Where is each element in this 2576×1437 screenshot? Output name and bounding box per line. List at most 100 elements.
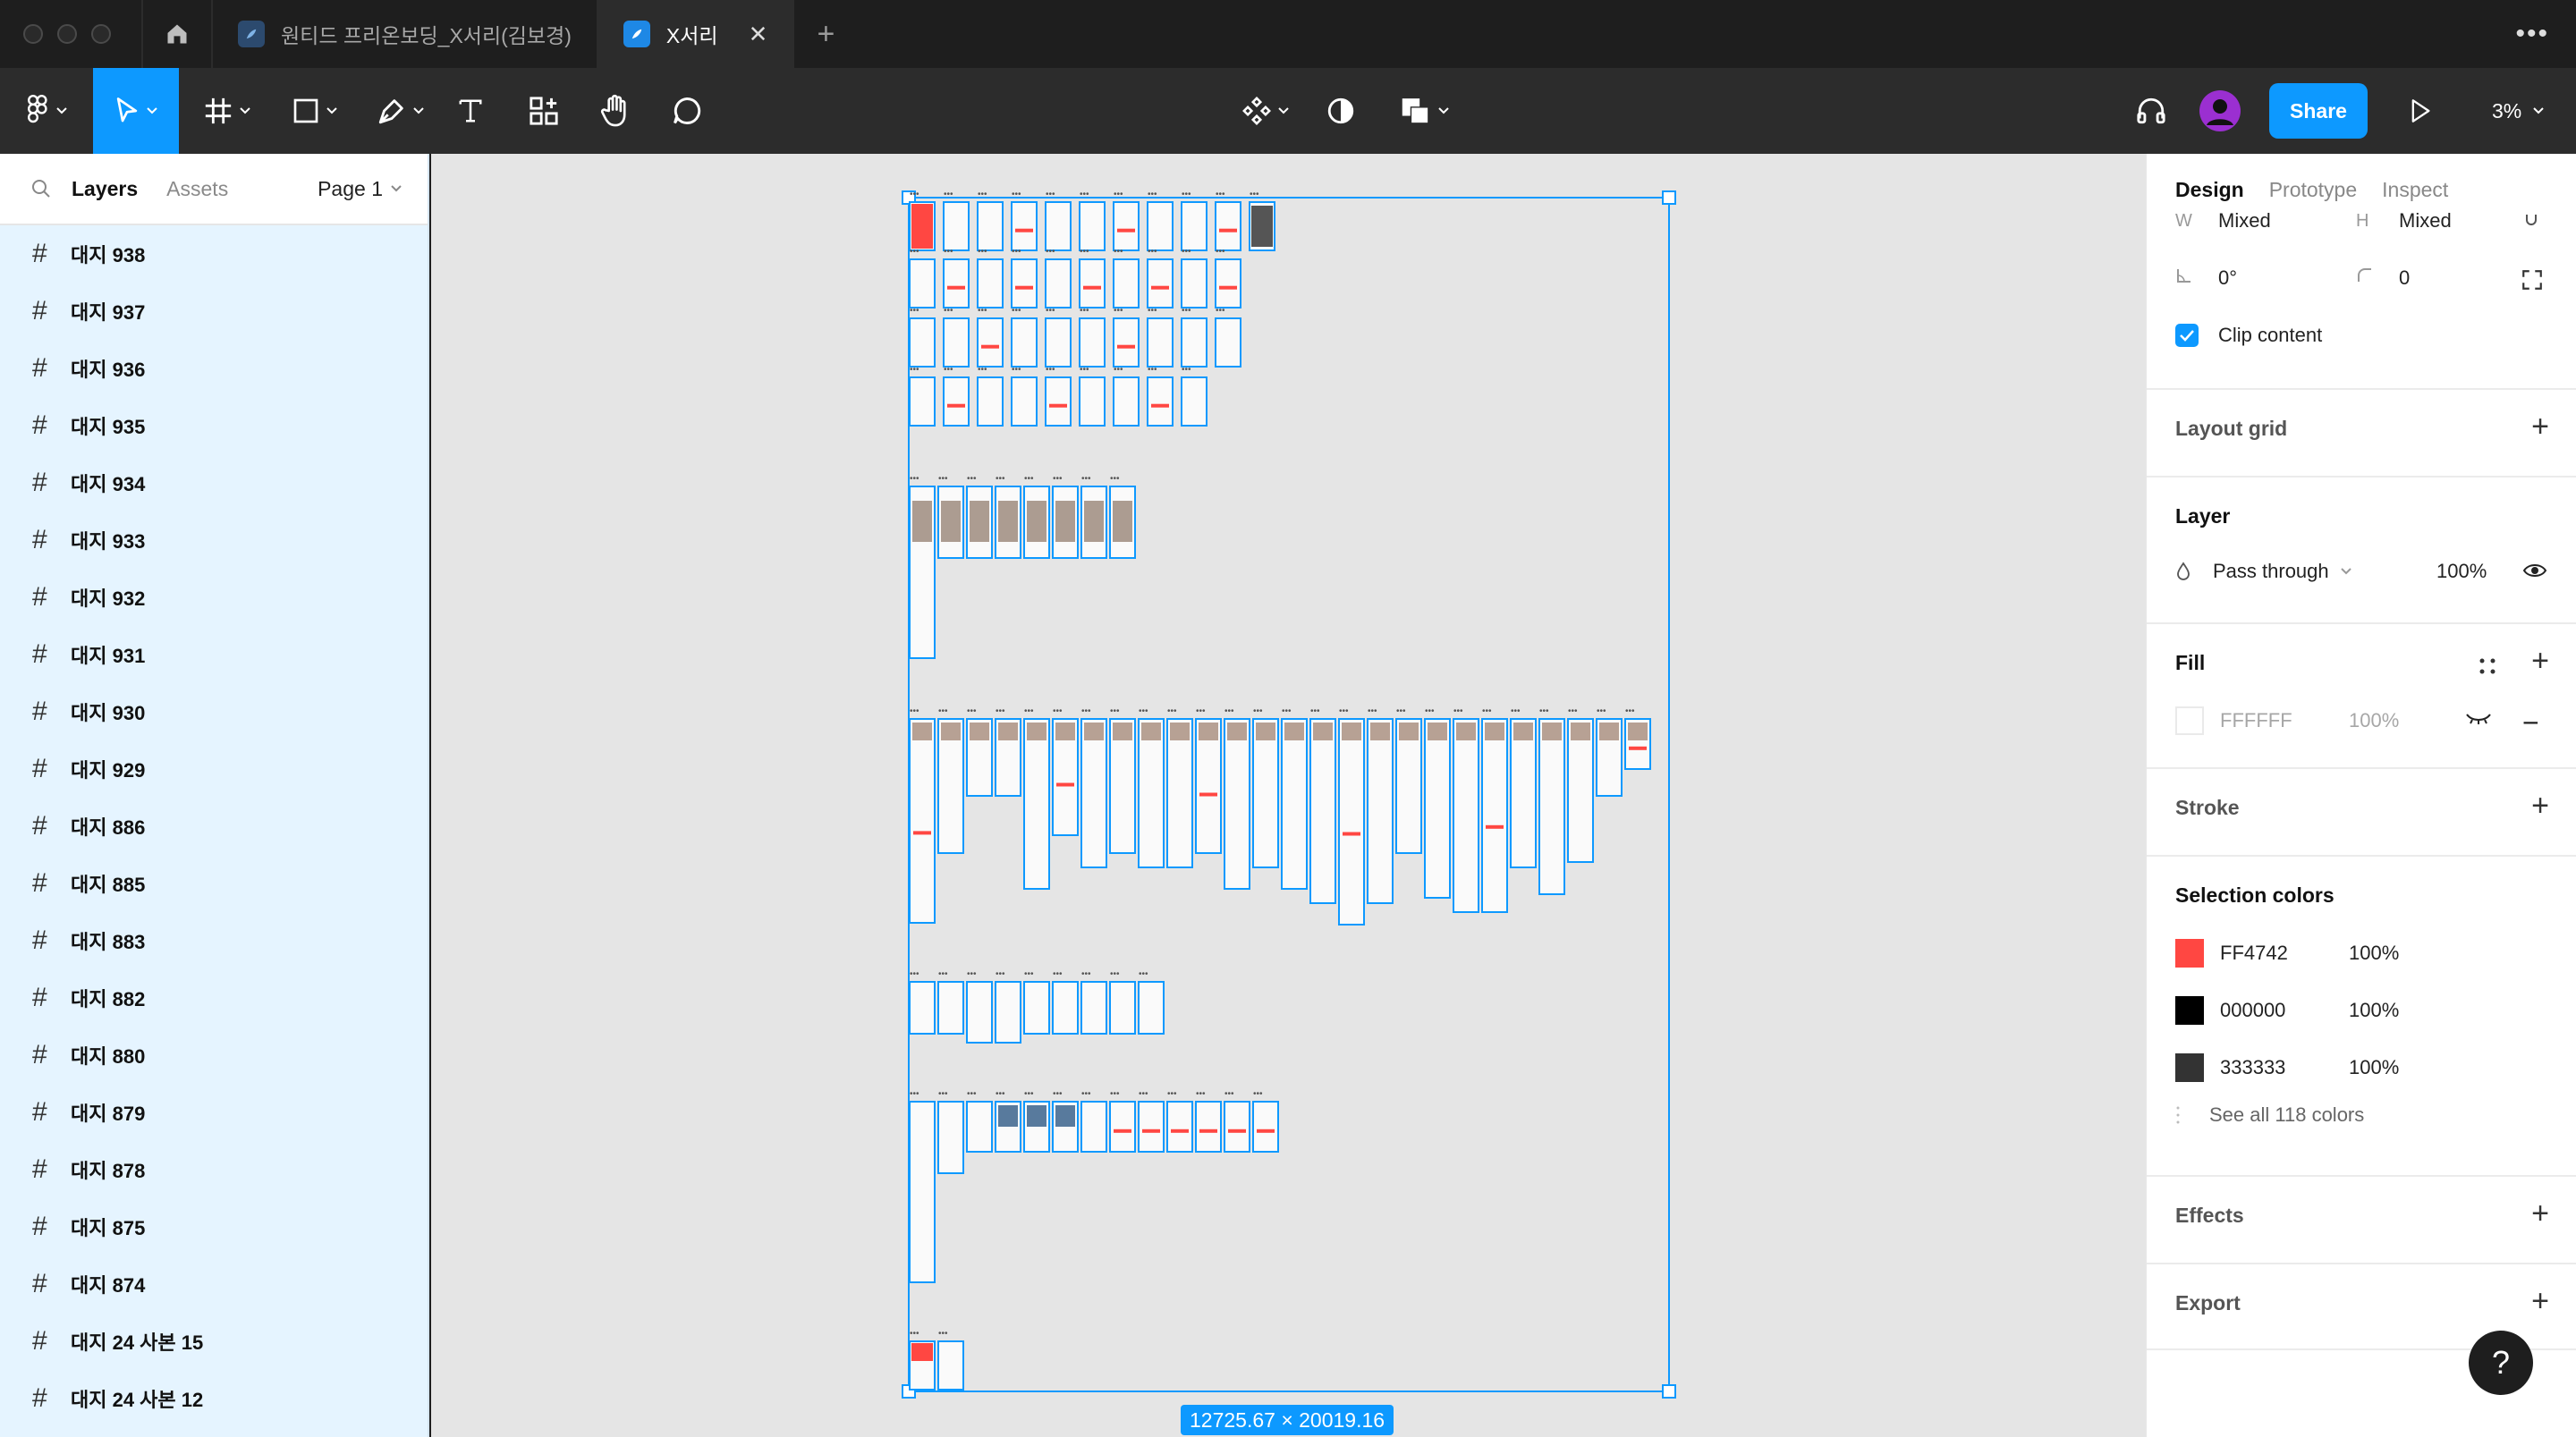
main-menu-button[interactable] [18, 68, 77, 154]
artboard-thumbnail[interactable]: ••• [943, 306, 970, 368]
artboard-thumbnail[interactable]: ••• [943, 247, 970, 309]
artboard-thumbnail[interactable]: ••• [1079, 365, 1106, 427]
fill-row[interactable]: FFFFFF 100% [2175, 706, 2399, 735]
layer-item[interactable]: # 대지 885 [0, 855, 428, 912]
artboard-thumbnail[interactable]: ••• [1215, 306, 1241, 368]
artboard-thumbnail[interactable]: ••• [1109, 969, 1136, 1035]
tab-layers[interactable]: Layers [72, 177, 138, 201]
layer-opacity-field[interactable]: 100% [2436, 560, 2487, 583]
height-field[interactable]: H Mixed [2356, 209, 2452, 232]
layer-item[interactable]: # 대지 875 [0, 1198, 428, 1255]
artboard-thumbnail[interactable]: ••• [966, 1089, 993, 1153]
color-swatch[interactable] [2175, 996, 2204, 1025]
design-canvas[interactable]: ••• ••• ••• ••• ••• ••• ••• ••• ••• ••• ••• ••• ••• •… [431, 154, 2145, 1437]
artboard-thumbnail[interactable]: ••• [909, 1089, 936, 1283]
artboard-thumbnail[interactable]: ••• [1080, 969, 1107, 1035]
hand-tool-button[interactable] [594, 68, 637, 154]
artboard-thumbnail[interactable]: ••• [943, 365, 970, 427]
artboard-thumbnail[interactable]: ••• [943, 190, 970, 251]
artboard-thumbnail[interactable]: ••• [909, 365, 936, 427]
layer-item[interactable]: # 대지 929 [0, 740, 428, 798]
layer-item[interactable]: # 대지 935 [0, 397, 428, 454]
clip-content-checkbox[interactable] [2175, 324, 2199, 347]
artboard-thumbnail[interactable]: ••• [1109, 1089, 1136, 1153]
artboard-thumbnail[interactable]: ••• [1215, 190, 1241, 251]
independent-corners-button[interactable] [2521, 268, 2544, 292]
layer-item[interactable]: # 대지 936 [0, 340, 428, 397]
artboard-thumbnail[interactable]: ••• [1011, 190, 1038, 251]
zoom-control[interactable]: 3% [2492, 68, 2545, 154]
artboard-thumbnail[interactable]: ••• [1181, 365, 1208, 427]
artboard-thumbnail[interactable]: ••• [909, 247, 936, 309]
layer-item[interactable]: # 대지 937 [0, 283, 428, 340]
layer-item[interactable]: # 대지 878 [0, 1141, 428, 1198]
layer-item[interactable]: # 대지 883 [0, 912, 428, 969]
artboard-thumbnail[interactable]: ••• [1113, 190, 1140, 251]
artboard-thumbnail[interactable]: ••• [977, 306, 1004, 368]
artboard-thumbnail[interactable]: ••• [1045, 365, 1072, 427]
layer-item[interactable]: # 대지 931 [0, 626, 428, 683]
artboard-thumbnail[interactable]: ••• [937, 1329, 964, 1391]
artboard-thumbnail[interactable]: ••• [1147, 247, 1174, 309]
artboard-thumbnail[interactable]: ••• [1113, 247, 1140, 309]
tab-design[interactable]: Design [2175, 178, 2244, 202]
artboard-thumbnail[interactable]: ••• [1079, 190, 1106, 251]
user-avatar[interactable] [2197, 68, 2243, 154]
audio-chat-button[interactable] [2132, 68, 2170, 154]
style-grid-icon[interactable] [2478, 651, 2497, 681]
tab-inspect[interactable]: Inspect [2382, 178, 2448, 202]
artboard-thumbnail[interactable]: ••• [1011, 365, 1038, 427]
shape-tool-button[interactable] [283, 68, 347, 154]
artboard-thumbnail[interactable]: ••• [909, 969, 936, 1035]
layer-item[interactable]: # 대지 938 [0, 225, 428, 283]
clip-content-toggle[interactable]: Clip content [2175, 324, 2322, 347]
artboard-thumbnail[interactable]: ••• [1252, 1089, 1279, 1153]
artboard-thumbnail[interactable]: ••• [909, 306, 936, 368]
canvas-artboards[interactable]: ••• ••• ••• ••• ••• ••• ••• ••• ••• ••• ••• ••• ••• •… [431, 154, 2145, 1437]
artboard-thumbnail[interactable]: ••• [1045, 190, 1072, 251]
artboard-thumbnail[interactable]: ••• [1079, 247, 1106, 309]
artboard-thumbnail[interactable]: ••• [1045, 306, 1072, 368]
artboard-thumbnail[interactable]: ••• [1181, 306, 1208, 368]
tab-assets[interactable]: Assets [166, 177, 228, 201]
mask-button[interactable] [1320, 68, 1361, 154]
layer-item[interactable]: # 대지 879 [0, 1084, 428, 1141]
artboard-thumbnail[interactable]: ••• [1181, 247, 1208, 309]
layer-item[interactable]: # 대지 874 [0, 1255, 428, 1313]
comment-tool-button[interactable] [665, 68, 708, 154]
add-export-icon[interactable]: + [2531, 1286, 2549, 1316]
color-swatch[interactable] [2175, 939, 2204, 968]
artboard-thumbnail[interactable]: ••• [1215, 247, 1241, 309]
close-tab-icon[interactable]: ✕ [749, 21, 768, 48]
artboard-thumbnail[interactable]: ••• [1147, 190, 1174, 251]
artboard-thumbnail[interactable]: ••• [1079, 306, 1106, 368]
artboard-thumbnail[interactable]: ••• [1045, 247, 1072, 309]
blend-mode-select[interactable]: Pass through [2175, 560, 2352, 583]
artboard-thumbnail[interactable]: ••• [1195, 1089, 1222, 1153]
artboard-thumbnail[interactable]: ••• [995, 706, 1021, 797]
create-component-button[interactable] [1236, 68, 1295, 154]
resize-handle[interactable] [1662, 190, 1676, 205]
selection-color-row[interactable]: 333333 100% [2175, 1053, 2399, 1082]
artboard-thumbnail[interactable]: ••• [966, 969, 993, 1044]
artboard-thumbnail[interactable]: ••• [1138, 969, 1165, 1035]
artboard-thumbnail[interactable]: ••• [1011, 247, 1038, 309]
share-button[interactable]: Share [2269, 83, 2368, 139]
layer-item[interactable]: # 대지 934 [0, 454, 428, 511]
artboard-thumbnail[interactable]: ••• [1596, 706, 1623, 797]
artboard-thumbnail[interactable]: ••• [995, 969, 1021, 1044]
artboard-thumbnail[interactable]: ••• [1147, 365, 1174, 427]
close-window-button[interactable] [23, 24, 43, 44]
artboard-thumbnail[interactable]: ••• [1138, 1089, 1165, 1153]
boolean-operations-button[interactable] [1394, 68, 1456, 154]
add-effect-icon[interactable]: + [2531, 1198, 2549, 1229]
more-options-icon[interactable]: ••• [2515, 0, 2549, 68]
tab-prototype[interactable]: Prototype [2269, 178, 2357, 202]
add-layout-grid-icon[interactable]: + [2531, 411, 2549, 442]
layer-item[interactable]: # 대지 886 [0, 798, 428, 855]
artboard-thumbnail[interactable]: ••• [1113, 306, 1140, 368]
pen-tool-button[interactable] [369, 68, 433, 154]
artboard-thumbnail[interactable]: ••• [966, 706, 993, 797]
resize-handle[interactable] [1662, 1384, 1676, 1399]
fill-swatch[interactable] [2175, 706, 2204, 735]
